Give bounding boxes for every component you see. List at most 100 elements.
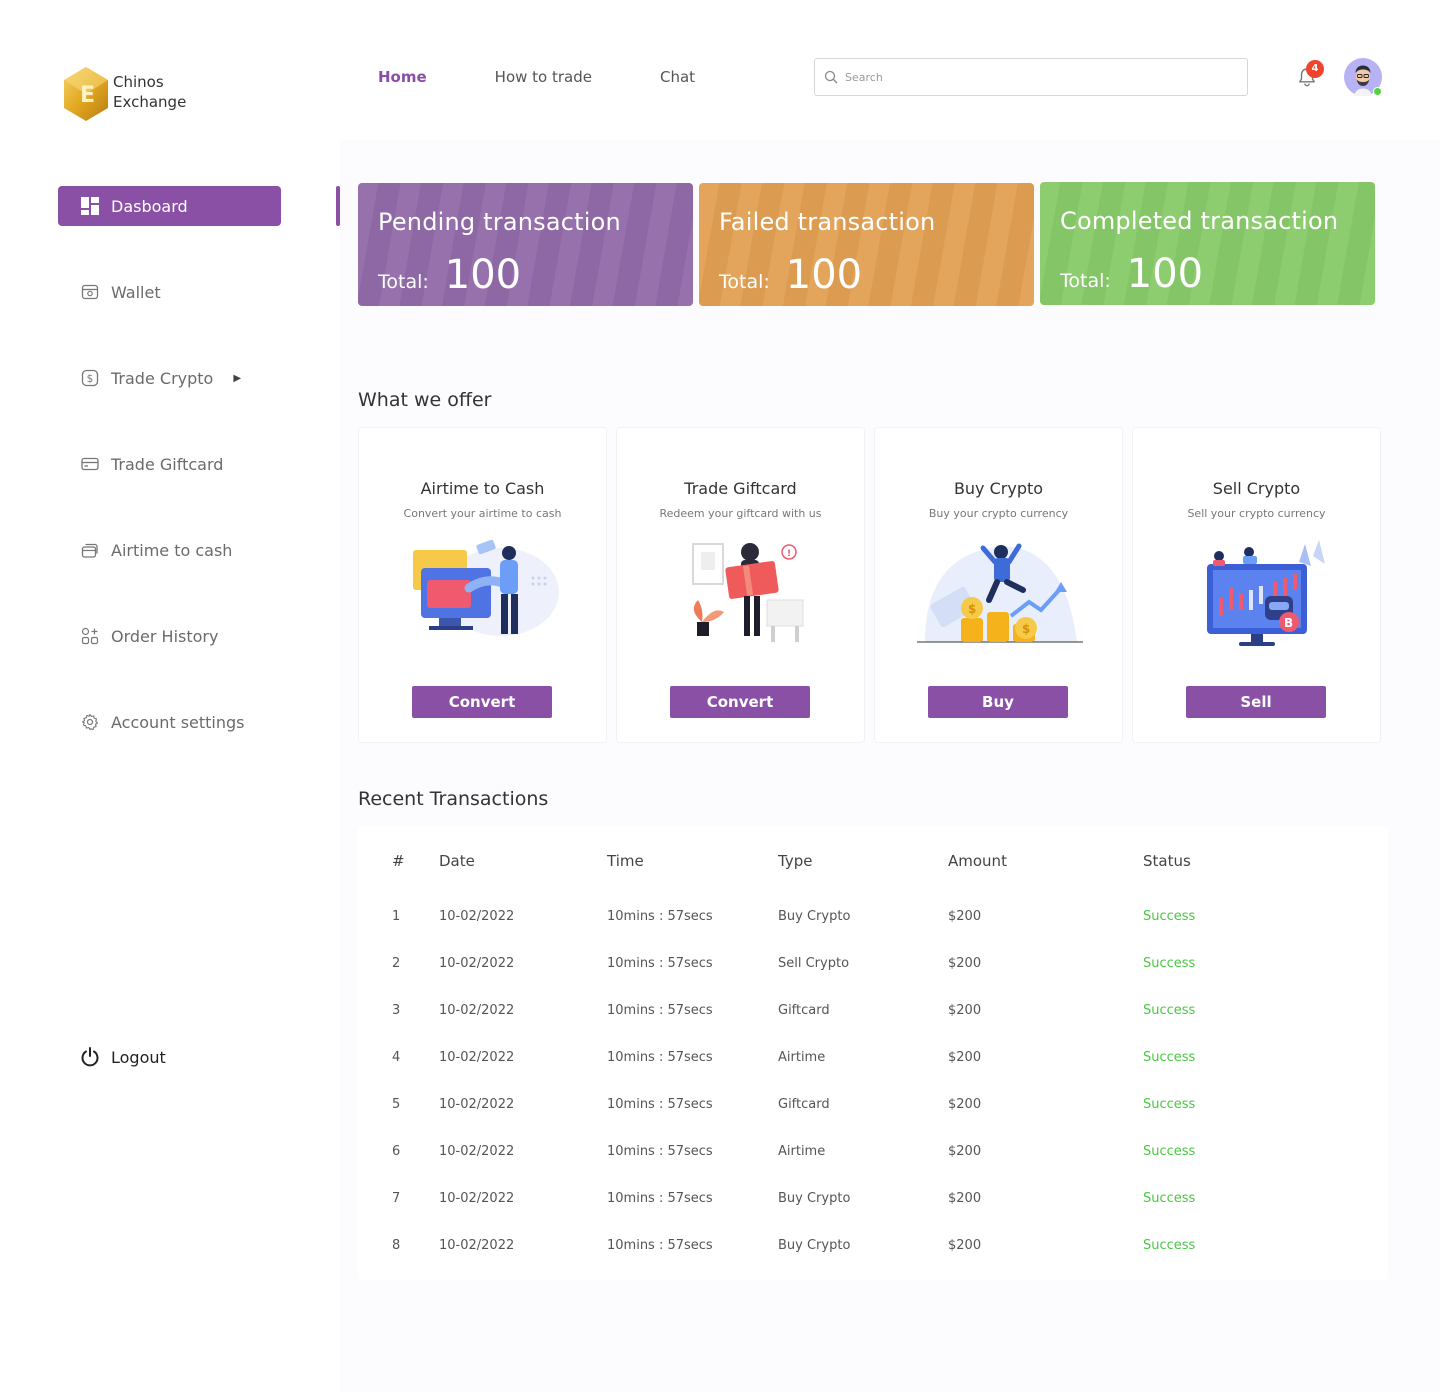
cell-time: 10mins : 57secs [607,1238,713,1253]
history-icon [80,626,100,646]
offer-title: Sell Crypto [1133,479,1380,498]
cell-type: Giftcard [778,1097,830,1112]
cell-number: 1 [392,909,400,924]
offer-subtitle: Redeem your giftcard with us [617,507,864,520]
cell-type: Buy Crypto [778,909,850,924]
cards-icon [80,540,100,560]
buy-button[interactable]: Buy [928,686,1068,718]
offer-subtitle: Sell your crypto currency [1133,507,1380,520]
search-box [814,58,1248,96]
sidebar-item-label: Airtime to cash [111,541,232,560]
offer-title: Trade Giftcard [617,479,864,498]
online-status-dot [1373,87,1382,96]
sidebar-item-trade-crypto[interactable]: $ Trade Crypto ▶ [58,358,281,398]
cell-status: Success [1143,909,1195,924]
stat-card-failed[interactable]: Failed transaction Total: 100 [699,183,1034,306]
sidebar-item-label: Account settings [111,713,245,732]
brand-name: Chinos Exchange [113,72,186,112]
column-header-type: Type [778,852,812,870]
cell-type: Airtime [778,1050,825,1065]
cell-amount: $200 [948,1050,981,1065]
transactions-heading: Recent Transactions [358,788,548,810]
stat-title: Failed transaction [719,207,935,237]
top-navigation: Home How to trade Chat [378,67,763,87]
column-header-time: Time [607,852,644,870]
nav-home[interactable]: Home [378,67,427,87]
cell-number: 6 [392,1144,400,1159]
cell-time: 10mins : 57secs [607,1097,713,1112]
stat-card-completed[interactable]: Completed transaction Total: 100 [1040,182,1375,305]
cell-status: Success [1143,1191,1195,1206]
search-input[interactable] [845,68,1235,86]
sidebar-item-order-history[interactable]: Order History [58,616,281,656]
sidebar-item-label: Wallet [111,283,161,302]
cell-amount: $200 [948,1238,981,1253]
stat-title: Pending transaction [378,207,621,237]
cell-status: Success [1143,1050,1195,1065]
sidebar-item-label: Trade Crypto [111,369,213,388]
power-icon [80,1046,100,1068]
sidebar-item-airtime-to-cash[interactable]: Airtime to cash [58,530,281,570]
svg-text:!: ! [787,549,791,559]
stat-total: Total: 100 [719,253,862,297]
cell-status: Success [1143,1144,1195,1159]
column-header-amount: Amount [948,852,1007,870]
cell-status: Success [1143,956,1195,971]
stat-total-label: Total: [719,271,770,293]
cell-number: 5 [392,1097,400,1112]
stat-total: Total: 100 [1060,252,1203,296]
offer-subtitle: Buy your crypto currency [875,507,1122,520]
cell-date: 10-02/2022 [439,1191,514,1206]
offer-card-trade-giftcard: Trade Giftcard Redeem your giftcard with… [616,427,865,743]
stat-value: 100 [445,253,521,297]
svg-text:$: $ [968,602,976,616]
brand-name-line1: Chinos [113,72,186,92]
convert-button[interactable]: Convert [670,686,810,718]
brand-logo[interactable]: E Chinos Exchange [62,66,202,122]
offer-card-sell-crypto: Sell Crypto Sell your crypto currency B … [1132,427,1381,743]
sell-button[interactable]: Sell [1186,686,1326,718]
svg-text:$: $ [1022,622,1030,636]
offer-subtitle: Convert your airtime to cash [359,507,606,520]
offer-title: Buy Crypto [875,479,1122,498]
cell-status: Success [1143,1097,1195,1112]
stat-title: Completed transaction [1060,206,1338,236]
sidebar-item-dashboard[interactable]: Dasboard [58,186,281,226]
column-header-date: Date [439,852,475,870]
sidebar-item-account-settings[interactable]: Account settings [58,702,281,742]
caret-right-icon[interactable]: ▶ [233,373,241,384]
airtime-illustration [399,538,569,650]
stat-total-label: Total: [378,271,429,293]
stat-total: Total: 100 [378,253,521,297]
offer-card-buy-crypto: Buy Crypto Buy your crypto currency $ $ … [874,427,1123,743]
sidebar-item-label: Order History [111,627,218,646]
cell-number: 4 [392,1050,400,1065]
gear-icon [80,712,100,732]
wallet-icon [80,282,100,302]
notification-badge: 4 [1306,60,1324,78]
cell-number: 3 [392,1003,400,1018]
card-icon [80,454,100,474]
sidebar-item-trade-giftcard[interactable]: Trade Giftcard [58,444,281,484]
nav-chat[interactable]: Chat [660,67,695,87]
cell-type: Giftcard [778,1003,830,1018]
cell-amount: $200 [948,1191,981,1206]
cell-date: 10-02/2022 [439,956,514,971]
sidebar-item-wallet[interactable]: Wallet [58,272,281,312]
nav-how-to-trade[interactable]: How to trade [495,67,592,87]
offer-card-airtime-to-cash: Airtime to Cash Convert your airtime to … [358,427,607,743]
cell-type: Buy Crypto [778,1238,850,1253]
cell-time: 10mins : 57secs [607,1003,713,1018]
logout-button[interactable]: Logout [80,1046,166,1068]
offers-heading: What we offer [358,389,491,411]
cell-time: 10mins : 57secs [607,1144,713,1159]
convert-button[interactable]: Convert [412,686,552,718]
column-header-status: Status [1143,852,1191,870]
cell-amount: $200 [948,909,981,924]
stat-value: 100 [786,253,862,297]
hexagon-logo-icon: E [62,66,110,122]
sell-crypto-illustration: B [1173,538,1343,650]
cell-date: 10-02/2022 [439,909,514,924]
stat-card-pending[interactable]: Pending transaction Total: 100 [358,183,693,306]
avatar[interactable] [1344,58,1382,96]
